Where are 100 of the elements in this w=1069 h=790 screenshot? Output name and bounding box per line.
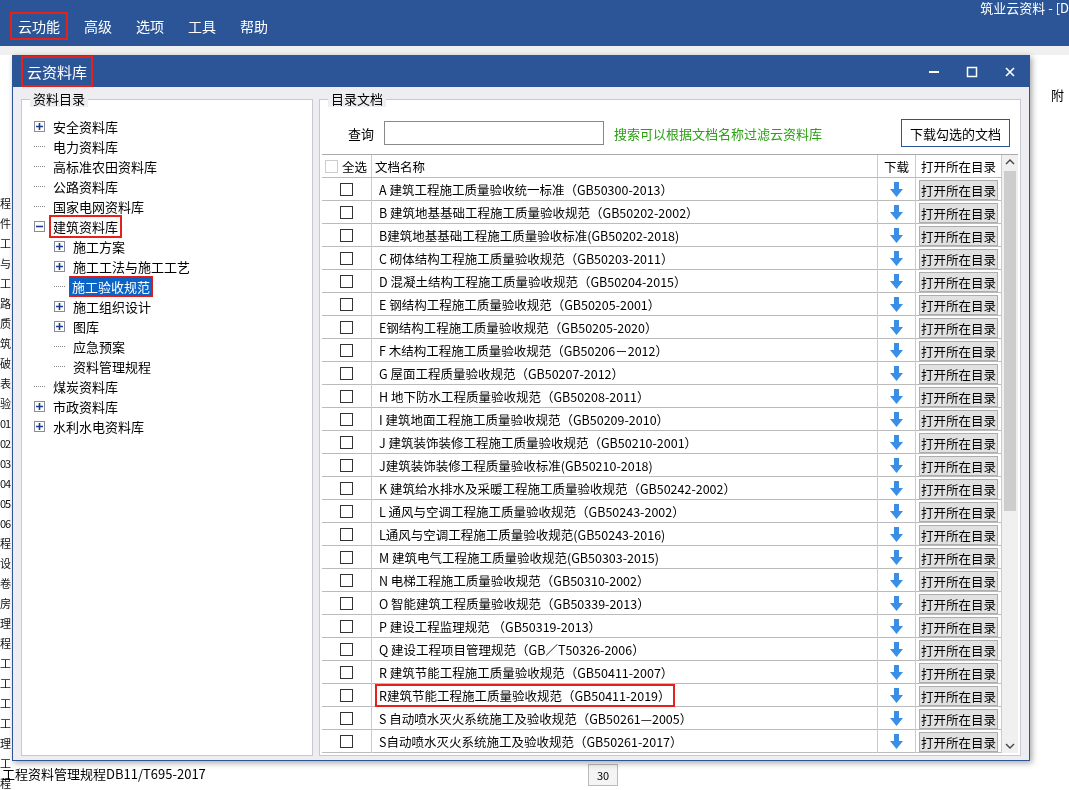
download-icon[interactable] — [890, 481, 903, 496]
row-checkbox[interactable] — [340, 183, 353, 196]
download-icon[interactable] — [890, 642, 903, 657]
download-button[interactable]: 下载勾选的文档 — [901, 119, 1010, 147]
download-icon[interactable] — [890, 389, 903, 404]
menu-item[interactable]: 工具 — [180, 12, 224, 40]
open-folder-button[interactable]: 打开所在目录 — [919, 317, 998, 338]
download-icon[interactable] — [890, 435, 903, 450]
expand-icon[interactable] — [54, 300, 65, 312]
tree-item[interactable]: 建筑资料库 — [49, 214, 122, 238]
download-icon[interactable] — [890, 688, 903, 703]
row-checkbox[interactable] — [340, 620, 353, 633]
open-folder-button[interactable]: 打开所在目录 — [919, 478, 998, 499]
row-checkbox[interactable] — [340, 482, 353, 495]
document-name: M 建筑电气工程施工质量验收规范(GB50303-2015) — [378, 547, 660, 569]
row-checkbox[interactable] — [340, 367, 353, 380]
download-icon[interactable] — [890, 573, 903, 588]
menu-item[interactable]: 帮助 — [232, 12, 276, 40]
menu-item[interactable]: 高级 — [76, 12, 120, 40]
row-checkbox[interactable] — [340, 551, 353, 564]
row-checkbox[interactable] — [340, 252, 353, 265]
download-icon[interactable] — [890, 619, 903, 634]
open-folder-button[interactable]: 打开所在目录 — [919, 639, 998, 660]
expand-icon[interactable] — [54, 320, 65, 332]
open-folder-button[interactable]: 打开所在目录 — [919, 616, 998, 637]
menu-item[interactable]: 选项 — [128, 12, 172, 40]
download-icon[interactable] — [890, 504, 903, 519]
select-all-checkbox[interactable] — [325, 159, 338, 173]
row-checkbox[interactable] — [340, 436, 353, 449]
row-checkbox[interactable] — [340, 229, 353, 242]
open-folder-button[interactable]: 打开所在目录 — [919, 202, 998, 223]
tree-item[interactable]: 施工验收规范 — [69, 275, 153, 297]
open-folder-button[interactable]: 打开所在目录 — [919, 593, 998, 614]
row-checkbox[interactable] — [340, 735, 353, 748]
download-icon[interactable] — [890, 711, 903, 726]
open-folder-button[interactable]: 打开所在目录 — [919, 386, 998, 407]
open-folder-button[interactable]: 打开所在目录 — [919, 340, 998, 361]
download-icon[interactable] — [890, 596, 903, 611]
download-icon[interactable] — [890, 297, 903, 312]
minimize-icon — [929, 70, 939, 73]
document-name: J 建筑装饰装修工程施工质量验收规范（GB50210-2001） — [378, 432, 699, 454]
expand-icon[interactable] — [54, 260, 65, 272]
expand-icon[interactable] — [34, 400, 45, 412]
row-checkbox[interactable] — [340, 666, 353, 679]
open-folder-button[interactable]: 打开所在目录 — [919, 524, 998, 545]
open-folder-button[interactable]: 打开所在目录 — [919, 708, 998, 729]
row-checkbox[interactable] — [340, 413, 353, 426]
row-checkbox[interactable] — [340, 712, 353, 725]
row-checkbox[interactable] — [340, 459, 353, 472]
download-icon[interactable] — [890, 550, 903, 565]
open-folder-button[interactable]: 打开所在目录 — [919, 294, 998, 315]
scrollbar[interactable] — [1002, 155, 1018, 753]
open-folder-button[interactable]: 打开所在目录 — [919, 731, 998, 752]
open-folder-button[interactable]: 打开所在目录 — [919, 547, 998, 568]
open-folder-button[interactable]: 打开所在目录 — [919, 570, 998, 591]
row-checkbox[interactable] — [340, 275, 353, 288]
download-icon[interactable] — [890, 366, 903, 381]
download-icon[interactable] — [890, 734, 903, 749]
download-icon[interactable] — [890, 205, 903, 220]
download-icon[interactable] — [890, 274, 903, 289]
expand-icon[interactable] — [34, 120, 45, 132]
open-folder-button[interactable]: 打开所在目录 — [919, 179, 998, 200]
download-icon[interactable] — [890, 527, 903, 542]
download-icon[interactable] — [890, 182, 903, 197]
collapse-icon[interactable] — [34, 220, 45, 232]
download-icon[interactable] — [890, 251, 903, 266]
open-folder-button[interactable]: 打开所在目录 — [919, 501, 998, 522]
download-icon[interactable] — [890, 343, 903, 358]
open-folder-button[interactable]: 打开所在目录 — [919, 248, 998, 269]
row-checkbox[interactable] — [340, 321, 353, 334]
download-icon[interactable] — [890, 320, 903, 335]
download-icon[interactable] — [890, 458, 903, 473]
row-checkbox[interactable] — [340, 643, 353, 656]
open-folder-button[interactable]: 打开所在目录 — [919, 455, 998, 476]
open-folder-button[interactable]: 打开所在目录 — [919, 432, 998, 453]
download-icon[interactable] — [890, 665, 903, 680]
download-icon[interactable] — [890, 228, 903, 243]
row-checkbox[interactable] — [340, 505, 353, 518]
row-checkbox[interactable] — [340, 206, 353, 219]
open-folder-button[interactable]: 打开所在目录 — [919, 409, 998, 430]
row-checkbox[interactable] — [340, 528, 353, 541]
row-checkbox[interactable] — [340, 597, 353, 610]
open-folder-button[interactable]: 打开所在目录 — [919, 662, 998, 683]
open-folder-button[interactable]: 打开所在目录 — [919, 225, 998, 246]
list-text: 房 — [0, 594, 11, 613]
open-folder-button[interactable]: 打开所在目录 — [919, 271, 998, 292]
row-checkbox[interactable] — [340, 574, 353, 587]
list-text: 工 — [0, 654, 12, 673]
expand-icon[interactable] — [34, 420, 45, 432]
search-field[interactable] — [384, 121, 604, 145]
open-folder-button[interactable]: 打开所在目录 — [919, 685, 998, 706]
menu-item[interactable]: 云功能 — [10, 12, 68, 40]
row-checkbox[interactable] — [340, 689, 353, 702]
expand-icon[interactable] — [54, 240, 65, 252]
list-text: 工 — [0, 274, 12, 293]
row-checkbox[interactable] — [340, 298, 353, 311]
open-folder-button[interactable]: 打开所在目录 — [919, 363, 998, 384]
row-checkbox[interactable] — [340, 344, 353, 357]
download-icon[interactable] — [890, 412, 903, 427]
row-checkbox[interactable] — [340, 390, 353, 403]
